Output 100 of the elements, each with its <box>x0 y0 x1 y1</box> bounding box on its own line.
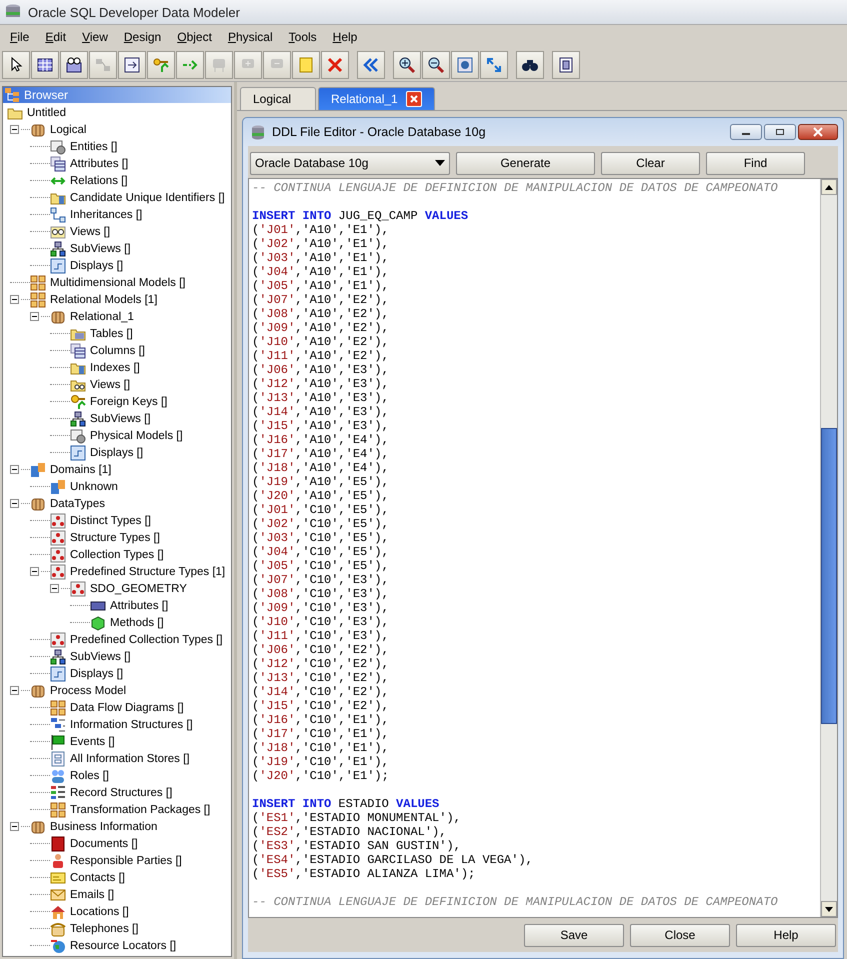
tree-item[interactable]: Displays [] <box>70 260 124 272</box>
tree-item[interactable]: Predefined Structure Types [1] <box>70 566 226 578</box>
tree-item[interactable]: Displays [] <box>90 446 144 458</box>
collapse-icon[interactable] <box>10 686 19 695</box>
code-line: ('J09','C10','E3'), <box>252 601 390 615</box>
tree-item[interactable]: Foreign Keys [] <box>90 396 168 408</box>
menu-item[interactable]: Help <box>324 28 366 46</box>
tree-item[interactable]: SubViews [] <box>90 412 151 424</box>
domain-icon <box>30 462 46 478</box>
toolbar-button[interactable] <box>516 51 544 79</box>
toolbar-button[interactable] <box>31 51 59 79</box>
collapse-icon[interactable] <box>50 584 59 593</box>
tree-item[interactable]: Logical <box>50 124 86 136</box>
editor-title: DDL File Editor - Oracle Database 10g <box>272 125 487 139</box>
database-dropdown[interactable]: Oracle Database 10g <box>250 152 450 174</box>
tree-item[interactable]: Candidate Unique Identifiers [] <box>70 192 225 204</box>
tree-item[interactable]: Entities [] <box>70 140 118 152</box>
tree-item[interactable]: Columns [] <box>90 344 145 356</box>
tree-item[interactable]: Inheritances [] <box>70 208 142 220</box>
menu-item[interactable]: View <box>74 28 116 46</box>
tree-item[interactable]: Domains [1] <box>50 464 112 476</box>
tree-item[interactable]: Data Flow Diagrams [] <box>70 702 184 714</box>
tree-item[interactable]: SubViews [] <box>70 242 131 254</box>
tree-item[interactable]: Predefined Collection Types [] <box>70 634 223 646</box>
tree-item[interactable]: Methods [] <box>110 616 164 628</box>
toolbar-button[interactable] <box>118 51 146 79</box>
close-tab-icon[interactable] <box>406 91 422 107</box>
structure-icon <box>50 716 66 732</box>
tab-label: Relational_1 <box>331 92 398 106</box>
tree-item[interactable]: Views [] <box>70 226 110 238</box>
collapse-icon[interactable] <box>10 822 19 831</box>
tab[interactable]: Relational_1 <box>318 87 435 110</box>
dialog-button[interactable]: Save <box>524 924 624 946</box>
tree-item[interactable]: DataTypes <box>50 498 105 510</box>
dialog-button[interactable]: Help <box>736 924 836 946</box>
tree-item[interactable]: Contacts [] <box>70 872 125 884</box>
tree-item[interactable]: All Information Stores [] <box>70 752 190 764</box>
close-button[interactable] <box>798 124 838 140</box>
store-icon <box>50 750 66 766</box>
tree-item[interactable]: Views [] <box>90 378 130 390</box>
collapse-icon[interactable] <box>30 312 39 321</box>
toolbar-button[interactable] <box>2 51 30 79</box>
tree-item[interactable]: Relational Models [1] <box>50 294 158 306</box>
editor-button[interactable]: Find <box>706 152 805 174</box>
tree-item[interactable]: Displays [] <box>70 668 124 680</box>
tree-item[interactable]: Unknown <box>70 480 118 492</box>
collapse-icon[interactable] <box>30 567 39 576</box>
tree-item[interactable]: Information Structures [] <box>70 718 193 730</box>
tree-item[interactable]: Transformation Packages [] <box>70 804 210 816</box>
domain-icon <box>50 478 66 494</box>
tree-item[interactable]: Emails [] <box>70 888 114 900</box>
tree-item[interactable]: Collection Types [] <box>70 548 164 560</box>
collapse-icon[interactable] <box>10 465 19 474</box>
tree-item[interactable]: Attributes [] <box>110 600 168 612</box>
tree-item[interactable]: Untitled <box>27 106 66 118</box>
tree-item[interactable]: SubViews [] <box>70 650 131 662</box>
tree-item[interactable]: Responsible Parties [] <box>70 854 182 866</box>
tree-item[interactable]: Business Information <box>50 820 158 832</box>
tree-item[interactable]: Record Structures [] <box>70 786 172 798</box>
menu-item[interactable]: File <box>2 28 38 46</box>
tree-item[interactable]: SDO_GEOMETRY <box>90 582 187 594</box>
menu-item[interactable]: Physical <box>220 28 281 46</box>
tree-item[interactable]: Resource Locators [] <box>70 940 176 952</box>
menu-item[interactable]: Object <box>169 28 220 46</box>
tree-item[interactable]: Physical Models [] <box>90 430 183 442</box>
envelope-icon <box>50 886 66 902</box>
editor-button[interactable]: Generate <box>456 152 595 174</box>
tree-item[interactable]: Indexes [] <box>90 362 140 374</box>
menu-item[interactable]: Edit <box>37 28 74 46</box>
tree-item[interactable]: Events [] <box>70 736 115 748</box>
tree-item[interactable]: Documents [] <box>70 838 138 850</box>
tree-item[interactable]: Process Model <box>50 684 126 696</box>
dialog-button[interactable]: Close <box>630 924 730 946</box>
code-line: ('ES4','ESTADIO GARCILASO DE LA VEGA'), <box>252 853 534 867</box>
toolbar-button[interactable] <box>393 51 421 79</box>
editor-button[interactable]: Clear <box>601 152 700 174</box>
menu-item[interactable]: Tools <box>280 28 325 46</box>
maximize-button[interactable] <box>764 124 796 140</box>
toolbar-button[interactable] <box>422 51 450 79</box>
collapse-icon[interactable] <box>10 125 19 134</box>
toolbar-button[interactable] <box>60 51 88 79</box>
collapse-icon[interactable] <box>10 499 19 508</box>
scrollbar[interactable] <box>820 179 837 917</box>
tree-item[interactable]: Relational_1 <box>70 310 134 322</box>
maximize-icon <box>775 128 785 136</box>
tree-item[interactable]: Distinct Types [] <box>70 514 151 526</box>
collapse-icon[interactable] <box>10 295 19 304</box>
tree-item[interactable]: Locations [] <box>70 906 129 918</box>
minimize-button[interactable] <box>730 124 762 140</box>
tree-item[interactable]: Telephones [] <box>70 922 138 934</box>
tree-item[interactable]: Relations [] <box>70 174 128 186</box>
tree-item[interactable]: Structure Types [] <box>70 532 160 544</box>
tree-item[interactable]: Multidimensional Models [] <box>50 276 186 288</box>
tree-item[interactable]: Attributes [] <box>70 158 128 170</box>
tree-item[interactable]: Roles [] <box>70 770 109 782</box>
menu-item[interactable]: Design <box>116 28 170 46</box>
toolbar-button[interactable] <box>552 51 580 79</box>
code-line: ('ES5','ESTADIO ALIANZA LIMA'); <box>252 867 476 881</box>
tab[interactable]: Logical <box>240 87 316 110</box>
tree-item[interactable]: Tables [] <box>90 328 133 340</box>
